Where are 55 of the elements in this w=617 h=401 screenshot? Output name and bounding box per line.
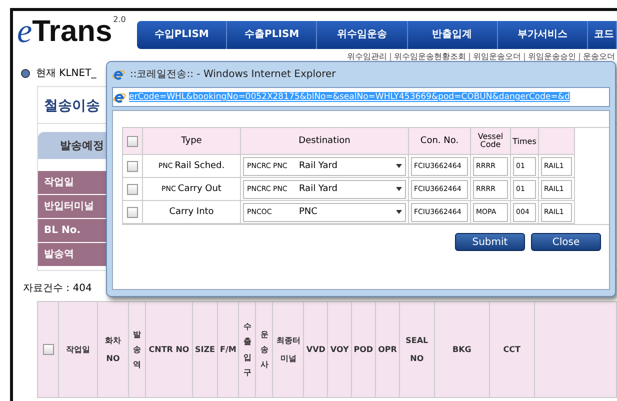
browser-icon <box>112 68 125 80</box>
caret-icon <box>396 187 402 191</box>
destination-name: Rail Yard <box>299 161 338 171</box>
column-header: OPR <box>376 302 400 397</box>
destination-name: PNC <box>299 207 318 217</box>
caret-icon <box>396 164 402 168</box>
record-count: 자료건수 : 404 <box>22 282 93 296</box>
browser-icon <box>113 90 126 104</box>
column-header: SIZE <box>193 302 218 397</box>
column-header: 최종터미널 <box>273 302 304 397</box>
submenu-link[interactable]: 위수임운송현황조회 <box>394 51 466 62</box>
column-header: CCT <box>490 302 535 397</box>
nav-item[interactable]: 수출PLISM <box>227 21 318 49</box>
column-header: CNTR NO <box>146 302 193 397</box>
column-header: Times <box>511 128 539 155</box>
column-header: 운송사 <box>256 302 274 397</box>
nav-item[interactable]: 부가서비스 <box>498 21 588 49</box>
bullet-icon <box>21 68 30 78</box>
checkbox[interactable] <box>127 184 138 194</box>
column-header: 수출입구 <box>239 302 256 397</box>
column-header: 발송역 <box>129 302 146 397</box>
etrans-logo: eTrans$^{2.0}$ <box>17 15 127 49</box>
checkbox[interactable] <box>42 344 54 355</box>
column-header: Con. No. <box>409 128 471 155</box>
nav-item[interactable]: 수입PLISM <box>137 21 228 49</box>
submenu-link[interactable]: 위수임관리 <box>347 51 387 62</box>
submenu-link[interactable]: 위임운송오더 <box>473 51 521 62</box>
column-header: VOY <box>328 302 352 397</box>
submenu-link[interactable]: 운송오더 <box>583 51 615 62</box>
checkbox[interactable] <box>127 136 138 146</box>
type-label: Carry Into <box>169 207 214 217</box>
nav-item[interactable]: 위수임운송 <box>317 21 408 49</box>
column-header: POD <box>352 302 376 397</box>
nav-item[interactable]: 코드 <box>588 21 617 49</box>
column-header: 작업일 <box>59 302 98 397</box>
window-title: ::코레일전송:: - Windows Internet Explorer <box>130 68 336 81</box>
column-header: Vessel Code <box>471 128 511 155</box>
nav-item[interactable]: 반출입계 <box>408 21 498 49</box>
column-header: F/M <box>218 302 240 397</box>
caret-icon <box>396 210 402 214</box>
column-header: Type <box>143 128 241 155</box>
type-label: Carry Out <box>178 184 222 194</box>
submenu-link[interactable]: 위임운송승인 <box>528 51 576 62</box>
checkbox[interactable] <box>127 206 138 218</box>
location-text: 현재 KLNET_ <box>36 67 96 80</box>
column-header: VVD <box>304 302 328 397</box>
column-header: SEAL NO <box>400 302 435 397</box>
destination-name: Rail Yard <box>299 184 338 194</box>
type-label: Rail Sched. <box>174 161 225 171</box>
dialog-button[interactable]: Close <box>531 233 601 251</box>
checkbox[interactable] <box>127 160 138 172</box>
column-header: BKG <box>434 302 490 397</box>
dialog-button[interactable]: Submit <box>455 233 525 251</box>
column-header: 화차 NO <box>98 302 129 397</box>
column-header: Destination <box>241 128 409 155</box>
